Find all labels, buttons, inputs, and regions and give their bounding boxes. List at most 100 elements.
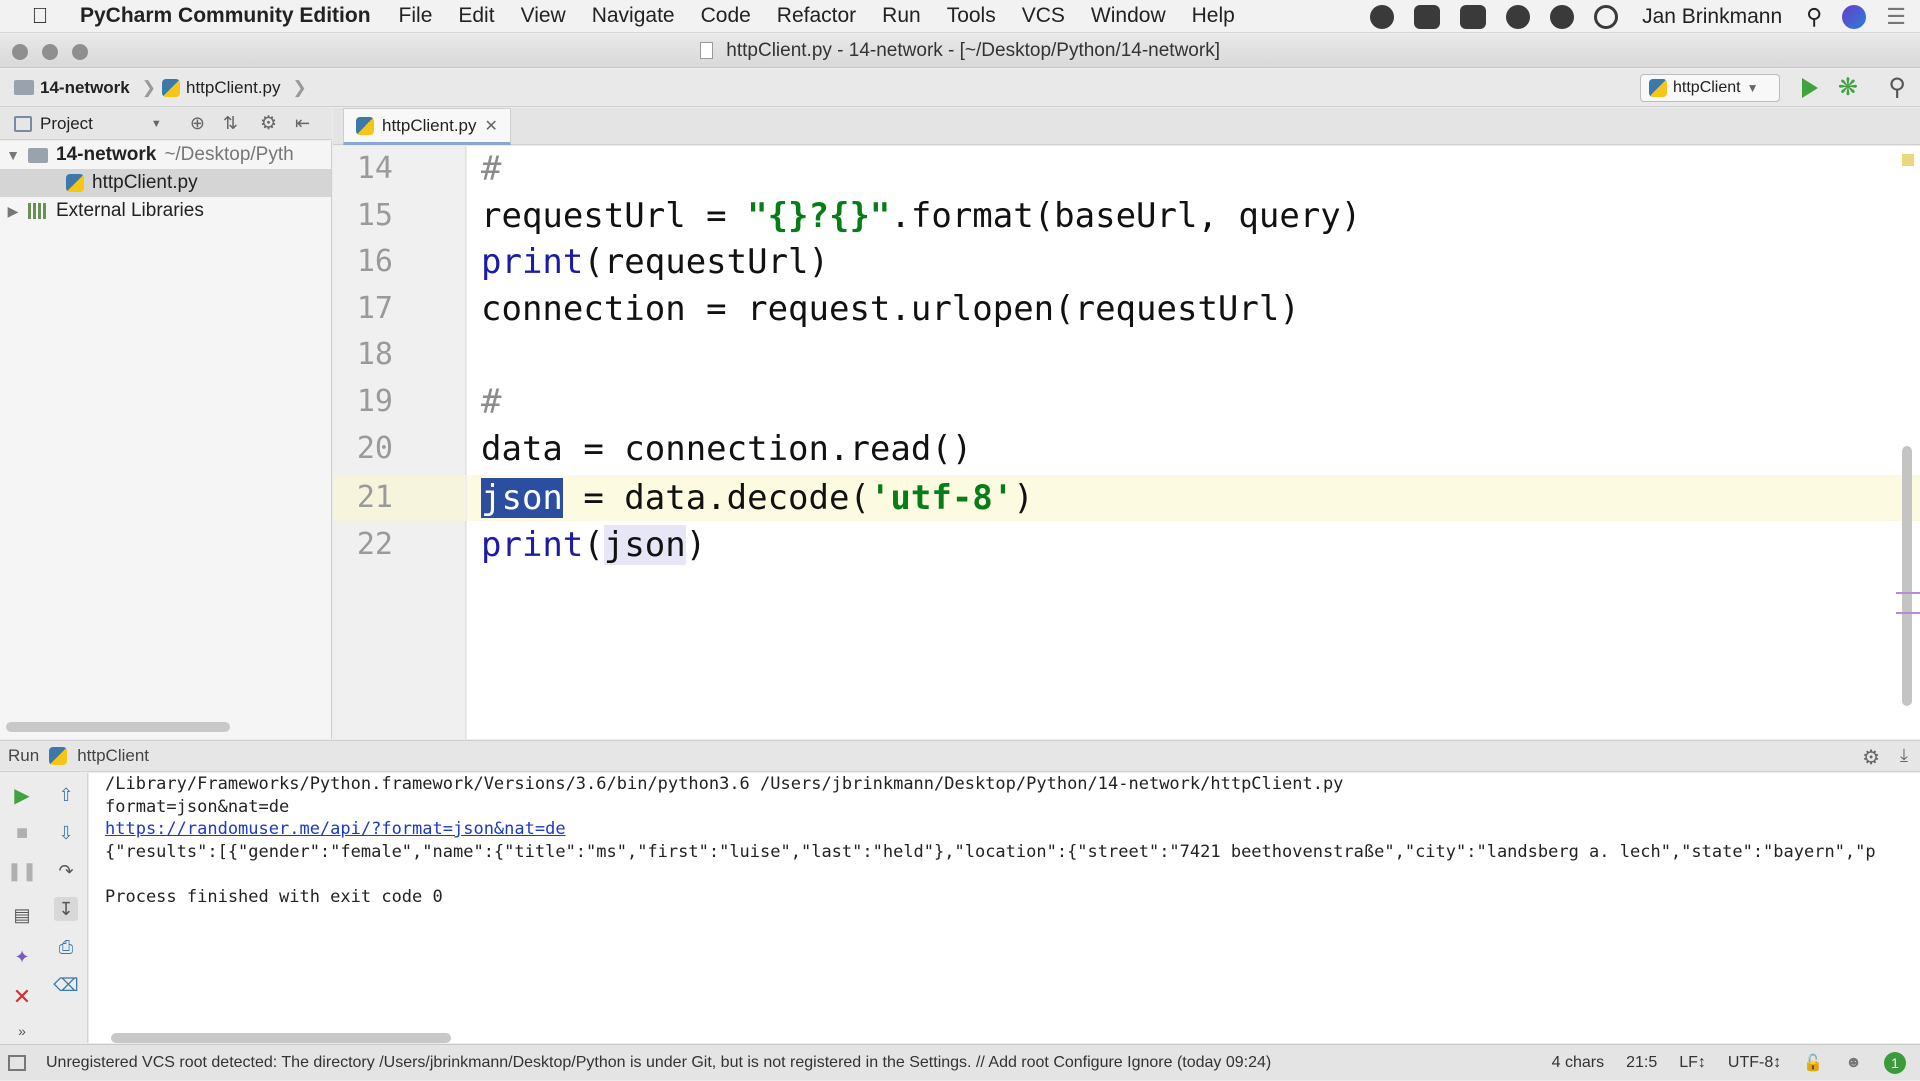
python-file-icon [49,747,68,765]
run-panel-config[interactable]: httpClient [77,746,149,766]
tree-item-file[interactable]: httpClient.py [0,169,331,197]
lock-icon[interactable]: 🔓 [1803,1053,1823,1073]
pin-icon[interactable]: ✦ [10,945,34,969]
chevron-down-icon[interactable]: ▼ [151,118,162,130]
time-machine-icon[interactable] [1594,4,1619,29]
line-number: 20 [356,431,393,466]
code-line[interactable]: data = connection.read() [481,426,972,472]
console-link[interactable]: https://randomuser.me/api/?format=json&n… [105,818,1904,841]
notification-center-icon[interactable]: ☰ [1886,4,1906,30]
apple-icon[interactable]:  [0,3,80,29]
creative-cloud-icon[interactable] [1370,4,1395,29]
editor-vertical-scrollbar[interactable] [1902,446,1912,706]
menu-app-name[interactable]: PyCharm Community Edition [80,4,371,28]
code-line[interactable]: connection = request.urlopen(requestUrl) [481,286,1300,332]
editor-tab-bar: httpClient.py ✕ [333,108,1920,145]
locate-file-icon[interactable]: ⊕ [190,113,205,134]
gear-icon[interactable]: ⚙ [1862,745,1880,770]
hide-panel-icon[interactable]: ⤓ [1900,745,1908,766]
menu-help[interactable]: Help [1192,4,1235,28]
pause-icon[interactable]: ❚❚ [7,859,37,883]
window-zoom-button[interactable] [72,44,88,60]
plus-app-icon[interactable] [1414,4,1441,29]
status-encoding[interactable]: UTF-8↕ [1728,1054,1781,1072]
project-view-label[interactable]: Project [40,114,93,134]
hide-panel-icon[interactable]: ⇤ [295,113,310,134]
chevron-right-icon: ❯ [292,77,307,97]
status-position[interactable]: 21:5 [1626,1054,1657,1072]
run-panel-label[interactable]: Run [8,746,39,766]
menu-navigate[interactable]: Navigate [592,4,675,28]
stop-icon[interactable]: ■ [10,821,34,845]
collapse-all-icon[interactable]: ⇅ [223,113,238,134]
close-run-icon[interactable]: ✕ [10,984,34,1009]
run-panel-header: Run httpClient ⚙ ⤓ [0,740,1920,772]
window-minimize-button[interactable] [42,44,58,60]
menu-view[interactable]: View [521,4,566,28]
menu-window[interactable]: Window [1091,4,1166,28]
menu-edit[interactable]: Edit [458,4,494,28]
user-name[interactable]: Jan Brinkmann [1642,5,1782,29]
python-file-icon [1649,79,1667,97]
inspection-status-icon[interactable] [1902,154,1914,166]
breadcrumb: 14-network ❯ httpClient.py ❯ [0,78,307,98]
scroll-to-end-icon[interactable]: ↧ [54,897,78,921]
more-icon[interactable]: » [10,1019,34,1043]
menu-refactor[interactable]: Refactor [777,4,856,28]
soft-wrap-icon[interactable]: ↷ [54,859,78,883]
screenshot-app-icon[interactable] [1460,4,1487,29]
leaf-app-icon[interactable] [1506,4,1531,29]
inspector-icon[interactable]: ☻ [1845,1054,1862,1072]
collapsed-arrow-icon[interactable]: ▶ [6,203,20,220]
project-horizontal-scrollbar[interactable] [6,722,230,732]
status-message[interactable]: Unregistered VCS root detected: The dire… [46,1054,1271,1072]
trash-icon[interactable]: ⌫ [53,973,78,997]
run-console[interactable]: /Library/Frameworks/Python.framework/Ver… [89,773,1920,1043]
tab-httpclient[interactable]: httpClient.py ✕ [343,108,511,145]
spotlight-search-icon[interactable]: ⚲ [1806,4,1822,30]
code-line-current[interactable]: json = data.decode('utf-8') [481,475,1034,521]
menu-vcs[interactable]: VCS [1022,4,1065,28]
expanded-arrow-icon[interactable]: ▼ [6,147,20,163]
scroll-down-icon[interactable]: ⇩ [54,821,78,845]
line-number: 18 [356,337,393,372]
gear-icon[interactable]: ⚙ [260,112,277,135]
code-line[interactable]: # [481,379,501,425]
tree-file-name: httpClient.py [92,172,198,193]
menu-code[interactable]: Code [701,4,751,28]
window-title: httpClient.py - 14-network - [~/Desktop/… [726,40,1220,61]
tree-item-libraries[interactable]: ▶ External Libraries [0,197,331,225]
code-editor[interactable]: # requestUrl = "{}?{}".format(baseUrl, q… [467,146,1920,739]
code-line[interactable]: print(requestUrl) [481,239,829,285]
code-line[interactable]: # [481,146,501,192]
python-file-icon [162,78,180,97]
menu-file[interactable]: File [399,4,433,28]
python-file-icon [66,174,84,192]
status-line-separator[interactable]: LF↕ [1679,1054,1706,1072]
breadcrumb-file[interactable]: httpClient.py [186,78,281,98]
code-line[interactable]: requestUrl = "{}?{}".format(baseUrl, que… [481,193,1361,239]
restore-layout-icon[interactable]: ▤ [10,903,34,927]
event-log-badge[interactable]: 1 [1884,1052,1906,1074]
siri-icon[interactable] [1842,4,1867,29]
menu-tools[interactable]: Tools [947,4,996,28]
print-icon[interactable]: ⎙ [54,935,78,959]
chat-bubble-icon[interactable] [1550,4,1575,29]
rerun-icon[interactable]: ▶ [10,783,34,807]
menu-run[interactable]: Run [882,4,921,28]
run-button[interactable] [1802,78,1818,98]
window-title-bar: httpClient.py - 14-network - [~/Desktop/… [0,34,1920,68]
search-everywhere-icon[interactable]: ⚲ [1888,73,1906,102]
chevron-down-icon: ▼ [1746,81,1759,95]
toggle-tool-windows-icon[interactable] [8,1054,26,1071]
breadcrumb-project[interactable]: 14-network [40,78,130,98]
tree-item-root[interactable]: ▼ 14-network ~/Desktop/Pyth [0,141,331,169]
code-line[interactable]: print(json) [481,522,706,568]
close-icon[interactable]: ✕ [485,116,498,136]
scroll-up-icon[interactable]: ⇧ [54,783,78,807]
console-horizontal-scrollbar[interactable] [111,1033,451,1043]
window-close-button[interactable] [12,44,28,60]
debug-bug-icon[interactable]: ❋ [1838,73,1858,102]
run-config-selector[interactable]: httpClient ▼ [1640,74,1780,102]
